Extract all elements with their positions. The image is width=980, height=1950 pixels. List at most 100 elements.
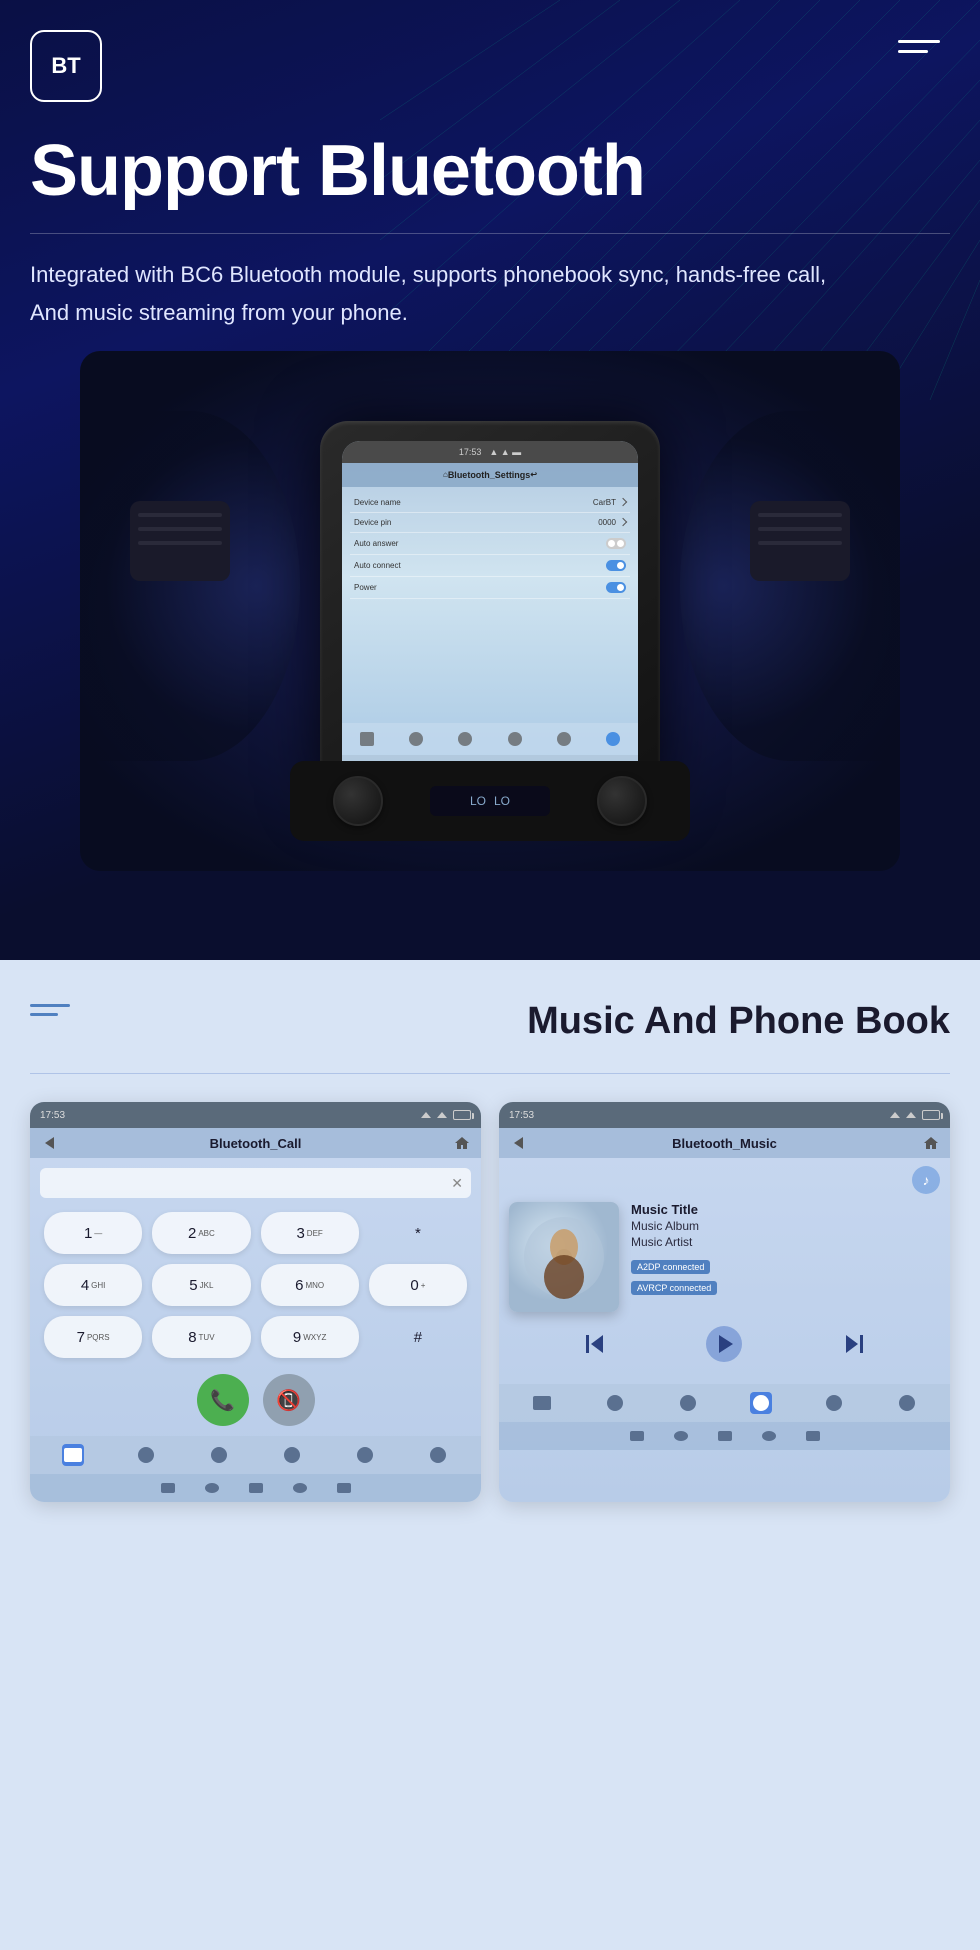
music-bottom-ac: [762, 1431, 776, 1441]
album-row: Music Title Music Album Music Artist A2D…: [509, 1202, 940, 1312]
music-note-button[interactable]: ♪: [912, 1166, 940, 1194]
call-bottom-power: [205, 1483, 219, 1493]
music-signal-up-2: [906, 1112, 916, 1118]
signal-up-icon: [421, 1112, 431, 1118]
badge-avrcp: AVRCP connected: [631, 1281, 717, 1295]
hu-row-auto-answer: Auto answer: [350, 533, 630, 555]
dialpad-star[interactable]: *: [369, 1212, 467, 1254]
hu-nav-apps: [360, 732, 374, 746]
music-nav-link[interactable]: [823, 1392, 845, 1414]
music-nav-bt[interactable]: [896, 1392, 918, 1414]
dialpad-4[interactable]: 4GHI: [44, 1264, 142, 1306]
dialpad-1[interactable]: 1—: [44, 1212, 142, 1254]
hangup-button[interactable]: 📵: [263, 1374, 315, 1426]
music-back-button[interactable]: [509, 1134, 527, 1152]
call-bottom-ac: [293, 1483, 307, 1493]
hu-nav-music: [508, 732, 522, 746]
screens-row: 17:53 Bluetooth_Call ✕: [30, 1102, 950, 1502]
menu-button[interactable]: [898, 30, 940, 53]
music-battery-icon: [922, 1110, 940, 1120]
call-time: 17:53: [40, 1110, 65, 1121]
dialpad-8[interactable]: 8TUV: [152, 1316, 250, 1358]
hu-statusbar: 17:53 ▲ ▲ ▬: [342, 441, 638, 463]
call-nav-music[interactable]: [281, 1444, 303, 1466]
car-mockup: 17:53 ▲ ▲ ▬ ⌂ Bluetooth_Settings ↩ Devic…: [80, 351, 900, 871]
dialpad-2[interactable]: 2ABC: [152, 1212, 250, 1254]
call-button[interactable]: 📞: [197, 1374, 249, 1426]
hu-row-device-pin: Device pin 0000: [350, 513, 630, 533]
music-nav-music[interactable]: [750, 1392, 772, 1414]
call-nav-bt[interactable]: [427, 1444, 449, 1466]
head-unit-bezel: 17:53 ▲ ▲ ▬ ⌂ Bluetooth_Settings ↩ Devic…: [320, 421, 660, 801]
battery-icon: [453, 1110, 471, 1120]
dialpad-5[interactable]: 5JKL: [152, 1264, 250, 1306]
music-artist: Music Artist: [631, 1235, 940, 1249]
hamburger-line-1: [898, 40, 940, 43]
call-status-icons: [421, 1110, 471, 1120]
title-divider: [30, 233, 950, 234]
bt-logo: BT: [30, 30, 102, 102]
music-screen-title: Bluetooth_Music: [672, 1136, 777, 1151]
music-statusbar: 17:53: [499, 1102, 950, 1128]
car-mockup-container: 17:53 ▲ ▲ ▬ ⌂ Bluetooth_Settings ↩ Devic…: [0, 351, 980, 871]
call-bottom-mode: [337, 1483, 351, 1493]
bottom-header: Music And Phone Book: [30, 1000, 950, 1043]
bottom-section: Music And Phone Book 17:53 Bluetooth_Cal…: [0, 960, 980, 1950]
bottom-menu-icon[interactable]: [30, 1004, 70, 1016]
call-home-button[interactable]: [453, 1134, 471, 1152]
call-nav-link[interactable]: [354, 1444, 376, 1466]
car-vent-left: [130, 501, 230, 581]
music-time: 17:53: [509, 1110, 534, 1121]
call-nav-contact[interactable]: [135, 1444, 157, 1466]
dialpad: 1— 2ABC 3DEF * 4GHI 5JKL 6MNO 0+ 7PQRS 8…: [30, 1206, 481, 1364]
call-bottom-home: [161, 1483, 175, 1493]
next-button[interactable]: [837, 1326, 873, 1362]
hu-nav-phone: [458, 732, 472, 746]
hu-nav-link: [557, 732, 571, 746]
hu-row-power: Power: [350, 577, 630, 599]
car-side-right: [680, 411, 900, 761]
call-search-bar[interactable]: ✕: [40, 1168, 471, 1198]
prev-button[interactable]: [576, 1326, 612, 1362]
music-nav-contact[interactable]: [604, 1392, 626, 1414]
call-nav-phone[interactable]: [208, 1444, 230, 1466]
music-signal-up: [890, 1112, 900, 1118]
music-home-button[interactable]: [922, 1134, 940, 1152]
music-title: Music Title: [631, 1202, 940, 1217]
music-status-icons: [890, 1110, 940, 1120]
car-side-left: [80, 411, 300, 761]
dialpad-3[interactable]: 3DEF: [261, 1212, 359, 1254]
call-back-button[interactable]: [40, 1134, 58, 1152]
dialpad-0plus[interactable]: 0+: [369, 1264, 467, 1306]
car-dashboard: 17:53 ▲ ▲ ▬ ⌂ Bluetooth_Settings ↩ Devic…: [80, 351, 900, 871]
head-unit-screen: 17:53 ▲ ▲ ▬ ⌂ Bluetooth_Settings ↩ Devic…: [342, 441, 638, 781]
badge-a2dp: A2DP connected: [631, 1260, 710, 1274]
music-content: ♪: [499, 1158, 950, 1384]
music-navbar: [499, 1384, 950, 1422]
car-knob-left: [333, 776, 383, 826]
call-bottombar: [30, 1474, 481, 1502]
dialpad-9[interactable]: 9WXYZ: [261, 1316, 359, 1358]
call-nav-apps[interactable]: [62, 1444, 84, 1466]
music-bottom-home: [630, 1431, 644, 1441]
dialpad-7[interactable]: 7PQRS: [44, 1316, 142, 1358]
car-display-strip: LO LO: [430, 786, 550, 816]
call-titlebar: Bluetooth_Call: [30, 1128, 481, 1158]
call-screen-title: Bluetooth_Call: [210, 1136, 302, 1151]
dialpad-6[interactable]: 6MNO: [261, 1264, 359, 1306]
page-title: Support Bluetooth: [0, 102, 980, 211]
music-nav-phone[interactable]: [677, 1392, 699, 1414]
hu-navbar: [342, 723, 638, 755]
bottom-hamburger-line-1: [30, 1004, 70, 1007]
call-bottom-dual: [249, 1483, 263, 1493]
hu-row-auto-connect: Auto connect: [350, 555, 630, 577]
album-art: [509, 1202, 619, 1312]
music-nav-apps[interactable]: [531, 1392, 553, 1414]
music-phone-screen: 17:53 Bluetooth_Music ♪: [499, 1102, 950, 1502]
dialpad-hash[interactable]: #: [369, 1316, 467, 1358]
play-button[interactable]: [706, 1326, 742, 1362]
search-clear-icon[interactable]: ✕: [451, 1175, 463, 1192]
call-statusbar: 17:53: [30, 1102, 481, 1128]
hero-section: BT Support Bluetooth Integrated with BC6…: [0, 0, 980, 960]
hero-description: Integrated with BC6 Bluetooth module, su…: [0, 256, 980, 331]
